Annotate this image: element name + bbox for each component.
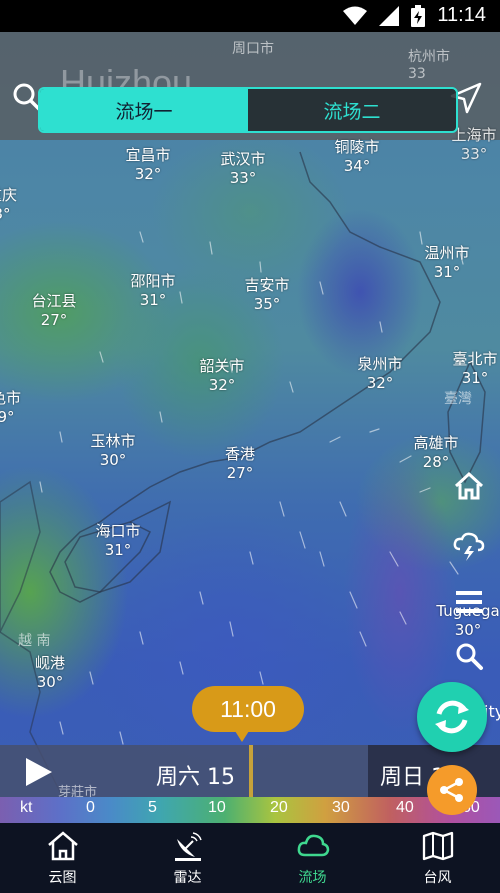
signal-icon: [379, 5, 400, 26]
time-bubble[interactable]: 11:00: [192, 686, 304, 742]
menu-icon[interactable]: [452, 585, 486, 619]
timeline[interactable]: 周六 15 周日 16 芽莊市: [0, 745, 500, 800]
share-icon: [440, 778, 463, 802]
city-label: 海口市 31°: [95, 522, 141, 559]
play-icon[interactable]: [20, 755, 54, 789]
nav-item-radar[interactable]: 雷达: [125, 823, 250, 893]
city-label: 重庆3°: [0, 186, 18, 223]
city-label: 武汉市 33°: [220, 150, 266, 187]
city-label: 上海市 33°: [451, 126, 497, 163]
scale-tick: 5: [148, 799, 157, 816]
city-label: 台江县 27°: [31, 292, 77, 329]
home-icon[interactable]: [452, 469, 486, 503]
refresh-button[interactable]: [417, 682, 487, 752]
map-label-taiwan: 臺灣: [444, 391, 472, 407]
tab-flow-1[interactable]: 流场一: [40, 89, 248, 131]
scale-tick: 40: [396, 799, 414, 816]
nav-item-cloud-image[interactable]: 云图: [0, 823, 125, 893]
city-label: 韶关市 32°: [199, 357, 245, 394]
city-label: 温州市 31°: [424, 244, 470, 281]
house-icon: [47, 831, 78, 861]
city-label: 玉林市 30°: [90, 432, 136, 469]
scale-tick: 0: [86, 799, 95, 816]
city-label: 臺北市 31°: [452, 350, 498, 387]
status-bar: 11:14: [0, 0, 500, 32]
battery-charging-icon: [411, 4, 426, 27]
map-icon: [422, 831, 453, 861]
zoom-search-icon[interactable]: [454, 641, 484, 671]
wifi-icon: [343, 6, 368, 25]
nav-label: 云图: [48, 870, 77, 886]
tab-flow-2[interactable]: 流场二: [248, 89, 456, 131]
city-label: 宜昌市 32°: [125, 146, 171, 183]
city-label: 色市9°: [0, 389, 22, 426]
timeline-cursor[interactable]: [249, 745, 253, 797]
scale-unit: kt: [20, 799, 33, 816]
nav-label: 流场: [298, 870, 327, 886]
wind-speed-scale: kt 0 5 10 20 30 40 60: [0, 797, 500, 823]
bottom-nav: 云图 雷达 流场 台风: [0, 823, 500, 893]
map-label-vietnam: 越 南: [18, 633, 51, 649]
map-label-zhoukou: 周口市: [232, 41, 274, 57]
city-label: 铜陵市 34°: [334, 138, 380, 175]
cloud-icon: [297, 834, 329, 857]
city-label: 岘港 30°: [34, 654, 66, 691]
nav-label: 雷达: [173, 870, 202, 886]
thunderstorm-icon[interactable]: [452, 529, 486, 563]
city-label: 邵阳市 31°: [130, 272, 176, 309]
timeline-day-1[interactable]: 周六 15: [156, 759, 235, 791]
city-label: 香港 27°: [224, 445, 256, 482]
nav-item-flow-field[interactable]: 流场: [250, 823, 375, 893]
scale-tick: 20: [270, 799, 288, 816]
city-label: 高雄市 28°: [413, 434, 459, 471]
scale-tick: 30: [332, 799, 350, 816]
share-button[interactable]: [427, 765, 477, 815]
status-time: 11:14: [437, 4, 486, 26]
flow-tab-switch: 流场一 流场二: [38, 87, 458, 133]
scale-tick: 10: [208, 799, 226, 816]
app-root: 11:14 周口市 杭州市 33 臺灣 越 南 ty 宜昌市 32° 武汉市 3…: [0, 0, 500, 893]
map-label-hangzhou: 杭州市 33: [408, 49, 450, 82]
city-label: 吉安市 35°: [244, 276, 290, 313]
nav-item-typhoon[interactable]: 台风: [375, 823, 500, 893]
nav-label: 台风: [423, 870, 452, 886]
refresh-icon: [435, 700, 469, 734]
satellite-dish-icon: [174, 832, 202, 861]
city-label: 泉州市 32°: [357, 355, 403, 392]
